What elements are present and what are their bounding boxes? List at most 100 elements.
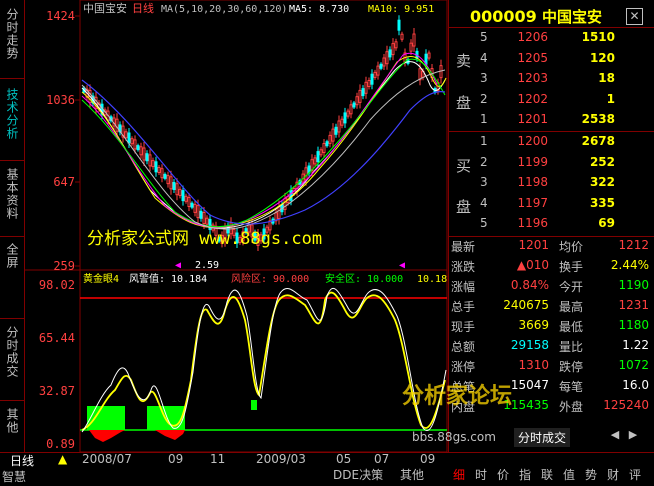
tab-quote-5[interactable]: 值 <box>563 466 575 483</box>
candle-body <box>382 57 386 67</box>
tab-technical[interactable]: 技术分析 <box>3 88 21 140</box>
close-button[interactable]: ✕ <box>626 8 643 25</box>
candle-body <box>289 189 293 201</box>
tab-bottom-other[interactable]: 其他 <box>400 466 424 483</box>
orderbook-row[interactable]: 4 1205 120 <box>480 51 650 70</box>
orderbook-level: 5 <box>480 30 488 44</box>
stat-value: 240675 <box>503 298 549 312</box>
candle-body <box>175 183 179 196</box>
period-selector[interactable]: 日线 <box>10 452 34 469</box>
candle-body <box>313 157 317 165</box>
tab-fundamentals[interactable]: 基本资料 <box>3 168 21 220</box>
candle-body <box>328 134 332 144</box>
tab-fullscreen[interactable]: 全屏 <box>3 243 21 269</box>
tab-quote-0[interactable]: 细 <box>453 466 465 483</box>
orderbook-row[interactable]: 3 1198 322 <box>480 175 650 194</box>
orderbook-row[interactable]: 2 1199 252 <box>480 155 650 174</box>
svg-text:◀: ◀ <box>175 260 181 271</box>
stat-label: 现手 <box>451 320 476 334</box>
ma5-value: MA5: 8.730 <box>289 4 349 15</box>
tab-quote-2[interactable]: 价 <box>497 466 509 483</box>
price-axis-label: 647 <box>53 175 75 189</box>
candle-body <box>163 173 167 179</box>
tab-trades[interactable]: 分时成交 <box>3 326 21 378</box>
tab-quote-3[interactable]: 指 <box>519 466 531 483</box>
stat-label: 均价 <box>559 240 584 254</box>
ma10-value: MA10: 9.951 <box>368 4 434 15</box>
tab-intraday[interactable]: 分时走势 <box>3 8 21 60</box>
orderbook-price: 1202 <box>517 91 548 106</box>
prev-arrow-button[interactable]: ◀ <box>608 428 622 442</box>
orderbook-row[interactable]: 2 1202 1 <box>480 92 650 111</box>
stat-value: 1310 <box>518 358 549 372</box>
quote-stat-row: 涨幅 0.84% 今开 1190 <box>451 278 651 297</box>
candle-body <box>337 120 341 133</box>
orderbook-row[interactable]: 3 1203 18 <box>480 71 650 90</box>
orderbook-row[interactable]: 5 1196 69 <box>480 216 650 235</box>
kline-chart[interactable]: 1424 1036 647 259 中国宝安 日线 MA(5,10,20,30,… <box>25 0 448 452</box>
tab-quote-4[interactable]: 联 <box>541 466 553 483</box>
tab-quote-8[interactable]: 评 <box>629 466 641 483</box>
safe-zone-fill <box>251 400 257 410</box>
stat-label: 最新 <box>451 240 476 254</box>
orderbook-price: 1201 <box>517 112 548 126</box>
ma10-line <box>81 56 447 229</box>
candle-body <box>397 19 401 31</box>
sell-label: 盘 <box>456 94 472 112</box>
orderbook-row[interactable]: 1 1201 2538 <box>480 112 650 131</box>
orderbook-volume: 335 <box>589 195 615 210</box>
orderbook-volume: 2678 <box>581 134 615 148</box>
candle-body <box>412 33 416 47</box>
date-axis-label: 09 <box>168 452 184 466</box>
candle-body <box>340 118 344 126</box>
orderbook-volume: 2538 <box>581 112 615 126</box>
orderbook-volume: 1 <box>606 91 615 106</box>
candle-body <box>343 112 347 124</box>
divider <box>0 318 24 319</box>
orderbook-price: 1203 <box>517 71 548 85</box>
tab-dde[interactable]: DDE决策 <box>333 466 383 483</box>
candle-body <box>115 118 119 132</box>
tab-trade-detail[interactable]: 分时成交 <box>514 428 571 447</box>
stat-label: 外盘 <box>559 400 584 414</box>
candle-body <box>277 206 281 219</box>
candle-body <box>205 217 209 225</box>
candle-body <box>361 88 365 97</box>
candle-body <box>325 141 329 147</box>
candle-body <box>364 81 368 94</box>
danger-fill <box>155 430 185 440</box>
watermark-text: 分析家公式网 www.88gs.com <box>87 229 322 249</box>
forum-logo-watermark: 分析家论坛 <box>402 384 513 409</box>
orderbook-row[interactable]: 1 1200 2678 <box>480 134 650 153</box>
indicator-risk: 风险区: 90.000 <box>231 272 309 285</box>
stat-label: 最高 <box>559 300 584 314</box>
orderbook-row[interactable]: 4 1197 335 <box>480 196 650 215</box>
candle-body <box>391 43 395 56</box>
stat-value: 1212 <box>618 238 649 252</box>
candle-body <box>142 147 146 161</box>
candle-body <box>316 151 320 163</box>
stat-label: 每笔 <box>559 380 584 394</box>
candle-body <box>388 49 392 58</box>
candle-body <box>190 202 194 208</box>
stat-label: 涨停 <box>451 360 476 374</box>
tab-quote-7[interactable]: 财 <box>607 466 619 483</box>
period-dropdown-icon[interactable]: ▲ <box>58 452 67 466</box>
stat-label: 跌停 <box>559 360 584 374</box>
divider <box>0 400 24 401</box>
stat-value: 1231 <box>618 298 649 312</box>
candle-body <box>334 126 338 135</box>
candle-body <box>124 131 128 139</box>
tab-other[interactable]: 其他 <box>3 408 21 434</box>
orderbook-row[interactable]: 5 1206 1510 <box>480 30 650 49</box>
tab-quote-6[interactable]: 势 <box>585 466 597 483</box>
price-axis-label: 1036 <box>46 93 75 107</box>
candle-body <box>193 203 197 213</box>
indicator-extra: 10.18 <box>417 274 447 285</box>
next-arrow-button[interactable]: ▶ <box>626 428 640 442</box>
tab-quote-1[interactable]: 时 <box>475 466 487 483</box>
stat-value: ▲010 <box>516 258 549 272</box>
svg-text:◀: ◀ <box>399 260 405 271</box>
candle-body <box>427 52 431 59</box>
indicator-axis-label: 32.87 <box>39 384 75 398</box>
